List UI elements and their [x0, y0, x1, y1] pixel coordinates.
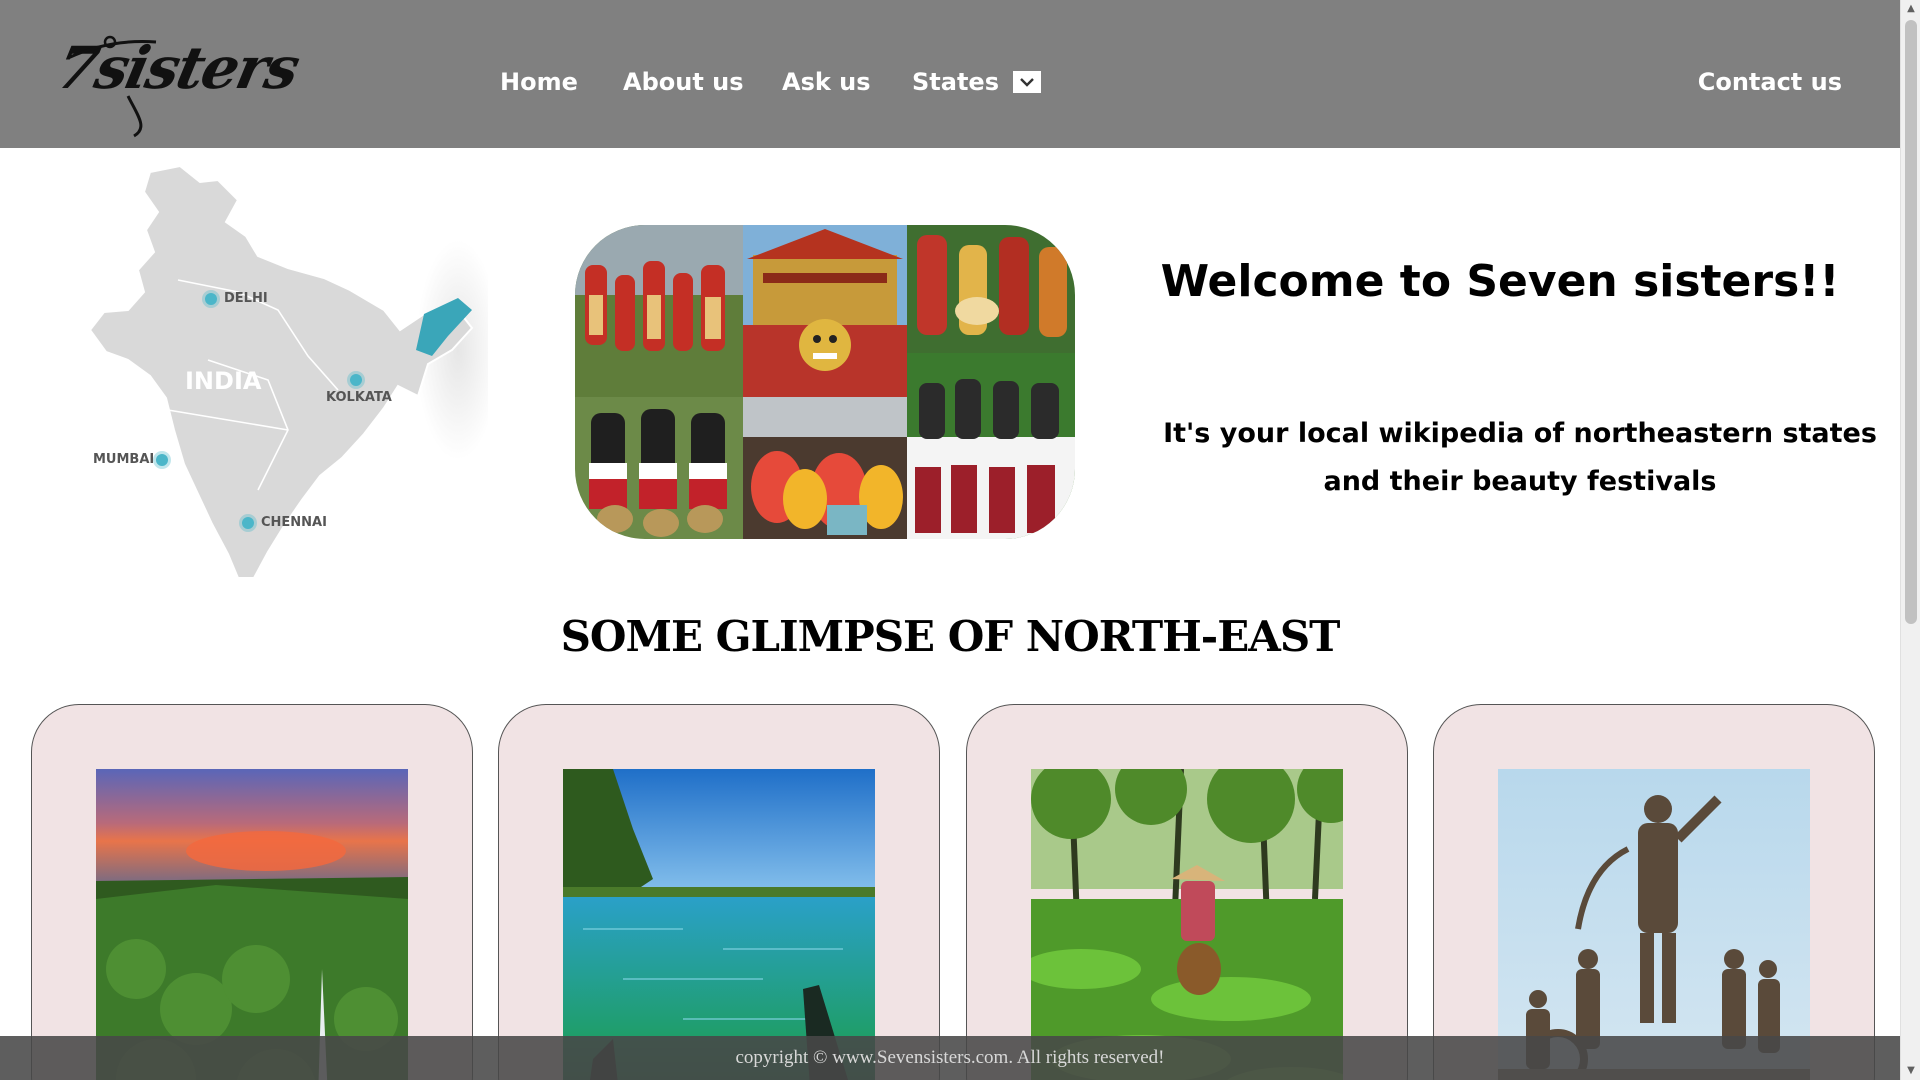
- site-footer: copyright © www.Sevensisters.com. All ri…: [0, 1036, 1900, 1080]
- delhi-dot: [205, 293, 217, 305]
- states-dropdown-toggle[interactable]: [1013, 71, 1042, 93]
- scrollbar-thumb[interactable]: [1905, 20, 1917, 624]
- kolkata-dot: [350, 374, 362, 386]
- mumbai-dot: [156, 454, 168, 466]
- collage-photo-raas-dance: [743, 397, 907, 539]
- nav-home-link[interactable]: Home: [500, 64, 578, 100]
- glimpse-card: [1433, 704, 1875, 1080]
- collage-photo-bihu-dance: [575, 225, 743, 397]
- map-label-mumbai: MUMBAI: [93, 452, 155, 467]
- map-label-india: INDIA: [185, 367, 262, 395]
- glimpse-photo-river[interactable]: [563, 769, 875, 1080]
- collage-photo-monastery: [743, 225, 907, 397]
- glimpse-photo-tea-garden[interactable]: [1031, 769, 1343, 1080]
- nav-states-label: States: [912, 68, 999, 96]
- welcome-title: Welcome to Seven sisters!!: [1160, 256, 1840, 307]
- glimpse-card: [498, 704, 940, 1080]
- festival-collage: [575, 225, 1075, 539]
- nav-contact-link[interactable]: Contact us: [1698, 64, 1842, 100]
- map-label-kolkata: KOLKATA: [326, 390, 392, 405]
- welcome-subtitle: It's your local wikipedia of northeaster…: [1163, 418, 1877, 497]
- page: 7sisters Home About us Ask us States Con…: [0, 0, 1900, 1080]
- glimpse-card: [31, 704, 473, 1080]
- map-label-delhi: DELHI: [224, 291, 268, 306]
- glimpse-card: [966, 704, 1408, 1080]
- site-header: 7sisters Home About us Ask us States Con…: [0, 0, 1900, 148]
- nav-states-dropdown[interactable]: States: [912, 64, 1042, 100]
- main-nav: Home About us Ask us States Contact us: [0, 64, 1900, 104]
- map-label-chennai: CHENNAI: [261, 515, 327, 530]
- page-scrollbar[interactable]: ▲ ▼: [1900, 0, 1920, 1080]
- nav-about-link[interactable]: About us: [623, 64, 744, 100]
- glimpse-photo-waterfall[interactable]: [96, 769, 408, 1080]
- scroll-up-arrow-icon[interactable]: ▲: [1901, 0, 1920, 18]
- chevron-down-icon: [1020, 78, 1035, 87]
- glimpse-photo-warrior-statues[interactable]: [1498, 769, 1810, 1080]
- india-map: DELHI INDIA KOLKATA MUMBAI CHENNAI: [88, 160, 500, 590]
- collage-photo-drummers: [907, 225, 1075, 353]
- nav-ask-link[interactable]: Ask us: [782, 64, 871, 100]
- collage-photo-girls-baskets: [575, 397, 743, 539]
- glimpse-section-title: SOME GLIMPSE OF NORTH-EAST: [560, 612, 1341, 661]
- scroll-down-arrow-icon[interactable]: ▼: [1901, 1062, 1920, 1080]
- chennai-dot: [242, 517, 254, 529]
- footer-copyright: copyright © www.Sevensisters.com. All ri…: [735, 1047, 1165, 1068]
- collage-photo-traditional-dress: [907, 353, 1075, 539]
